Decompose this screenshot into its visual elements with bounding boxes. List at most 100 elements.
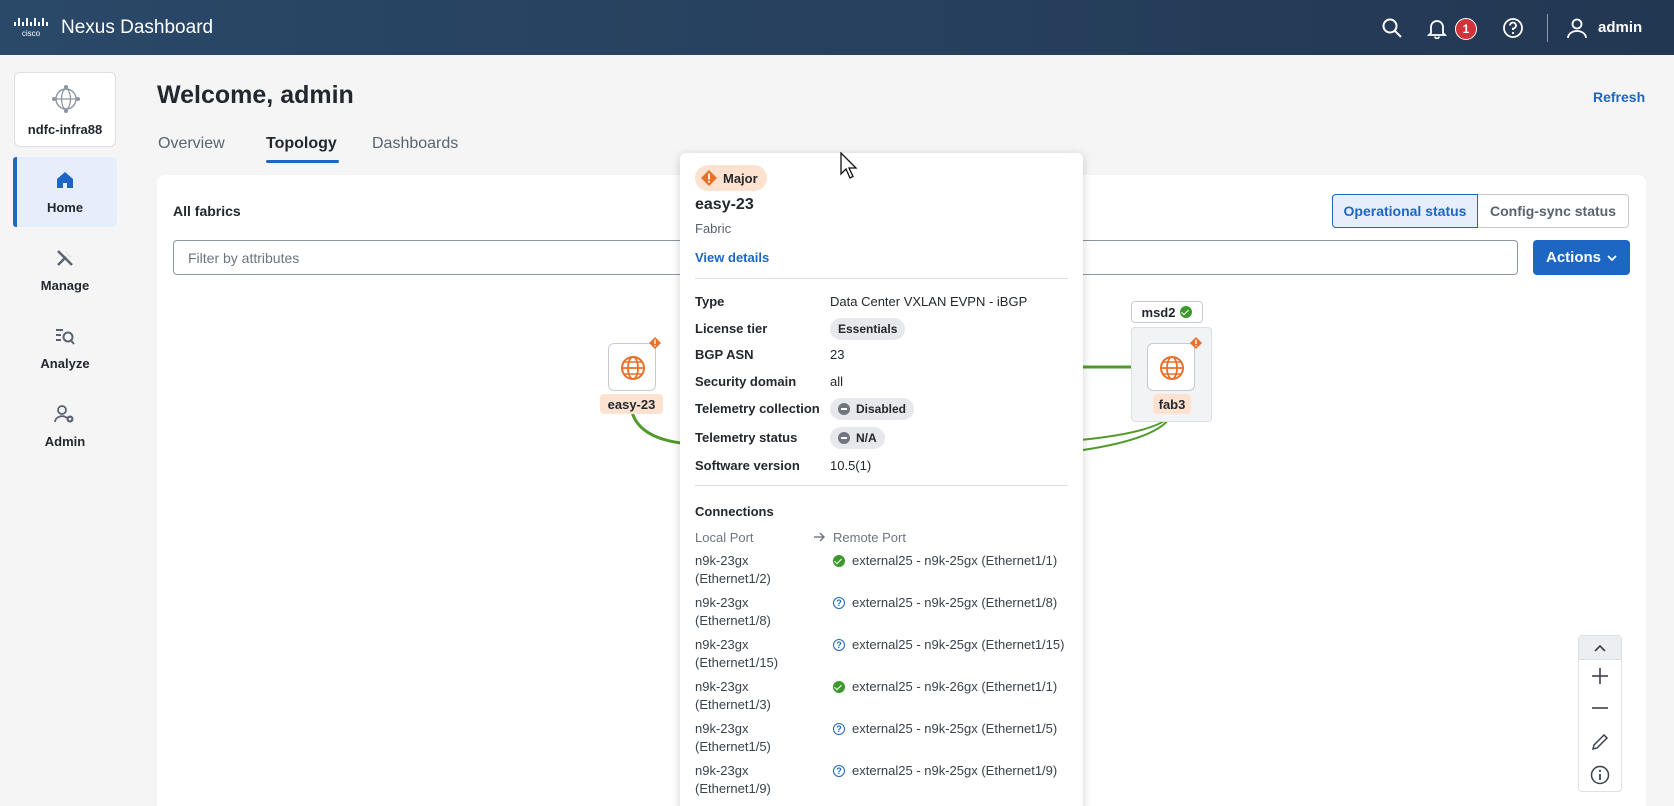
operational-status-toggle[interactable]: Operational status xyxy=(1332,194,1478,228)
license-tier-value: Essentials xyxy=(838,322,898,336)
actions-button[interactable]: Actions xyxy=(1533,240,1630,275)
mouse-cursor-icon xyxy=(840,152,858,179)
major-alert-icon xyxy=(701,170,717,186)
topbar-divider xyxy=(1547,14,1548,42)
user-icon[interactable] xyxy=(1566,17,1588,39)
zoom-controls xyxy=(1578,635,1622,792)
active-tab-indicator xyxy=(266,160,339,163)
major-alert-icon xyxy=(649,337,661,349)
globe-icon xyxy=(1160,356,1184,380)
sidebar-item-label: Admin xyxy=(44,434,86,449)
site-globe-icon xyxy=(52,85,80,113)
connection-local-port: n9k-23gx (Ethernet1/5) xyxy=(695,721,771,754)
prop-value-security: all xyxy=(830,374,844,389)
edit-icon[interactable] xyxy=(1589,731,1611,753)
prop-key-security: Security domain xyxy=(695,374,797,389)
local-port-header: Local Port xyxy=(695,530,754,545)
collapse-controls-button[interactable] xyxy=(1579,636,1621,660)
prop-key-bgp: BGP ASN xyxy=(695,347,754,362)
cisco-logo[interactable]: cisco xyxy=(13,14,49,38)
prop-key-telemetry-status: Telemetry status xyxy=(695,430,798,445)
divider xyxy=(695,278,1068,279)
severity-label: Major xyxy=(723,170,758,186)
fabric-details-popover: Major easy-23 Fabric View details Type D… xyxy=(680,153,1083,806)
bell-icon[interactable] xyxy=(1426,17,1448,39)
msd-group-name: msd2 xyxy=(1141,304,1176,320)
popover-subtitle: Fabric xyxy=(695,221,732,236)
connection-remote-port: ? external25 - n9k-25gx (Ethernet1/8) xyxy=(833,594,1057,612)
status-up-icon xyxy=(833,555,845,567)
site-selector[interactable]: ndfc-infra88 xyxy=(14,72,116,147)
remote-port-header: Remote Port xyxy=(833,530,906,545)
connection-remote-port: external25 - n9k-25gx (Ethernet1/1) xyxy=(833,552,1057,570)
notification-badge[interactable]: 1 xyxy=(1455,18,1477,40)
telemetry-collection-chip: Disabled xyxy=(830,398,915,420)
status-up-icon xyxy=(833,681,845,693)
popover-title: easy-23 xyxy=(695,196,754,213)
connection-local-port: n9k-23gx (Ethernet1/9) xyxy=(695,763,771,796)
license-tier-chip: Essentials xyxy=(830,318,906,340)
refresh-link[interactable]: Refresh xyxy=(1593,89,1645,105)
site-name: ndfc-infra88 xyxy=(27,122,103,137)
sidebar-item-manage[interactable]: Manage xyxy=(13,235,117,305)
connection-remote-port: ? external25 - n9k-25gx (Ethernet1/9) xyxy=(833,762,1057,780)
view-details-link[interactable]: View details xyxy=(695,250,769,265)
sidebar-item-label: Analyze xyxy=(40,356,90,371)
connection-remote-port: ? external25 - n9k-25gx (Ethernet1/15) xyxy=(833,636,1064,654)
connection-remote-port: ? external25 - n9k-25gx (Ethernet1/5) xyxy=(833,720,1057,738)
chevron-up-icon xyxy=(1594,644,1606,652)
connection-remote-text: external25 - n9k-25gx (Ethernet1/1) xyxy=(852,553,1058,568)
admin-icon xyxy=(54,405,74,423)
connection-remote-port: external25 - n9k-26gx (Ethernet1/1) xyxy=(833,678,1057,696)
connection-local-port: n9k-23gx (Ethernet1/15) xyxy=(695,637,779,670)
sidebar-item-home[interactable]: Home xyxy=(13,157,117,227)
connection-remote-text: external25 - n9k-26gx (Ethernet1/1) xyxy=(852,679,1058,694)
prop-key-software: Software version xyxy=(695,458,800,473)
status-unknown-icon: ? xyxy=(833,597,845,609)
connection-remote-text: external25 - n9k-25gx (Ethernet1/8) xyxy=(852,595,1058,610)
healthy-status-icon xyxy=(1180,306,1193,318)
prop-key-telemetry-collection: Telemetry collection xyxy=(695,401,820,416)
search-icon[interactable] xyxy=(1381,17,1403,39)
analyze-icon xyxy=(56,329,75,345)
fabric-node-easy-23[interactable] xyxy=(608,343,656,391)
fabric-node-fab3[interactable] xyxy=(1147,343,1195,391)
sidebar-item-admin[interactable]: Admin xyxy=(13,391,117,461)
node-label-fab3[interactable]: fab3 xyxy=(1153,394,1191,414)
actions-label: Actions xyxy=(1545,249,1601,266)
node-label-easy-23[interactable]: easy-23 xyxy=(600,394,663,414)
sidebar-item-analyze[interactable]: Analyze xyxy=(13,313,117,383)
msd-group-label[interactable]: msd2 xyxy=(1131,301,1203,323)
arrow-right-icon xyxy=(814,532,825,542)
help-icon[interactable] xyxy=(1502,17,1524,39)
tools-icon xyxy=(57,250,73,266)
status-unknown-icon: ? xyxy=(833,639,845,651)
page-title: Welcome, admin xyxy=(157,81,354,109)
major-alert-icon xyxy=(1190,337,1202,349)
connection-remote-text: external25 - n9k-25gx (Ethernet1/15) xyxy=(852,637,1065,652)
tab-dashboards[interactable]: Dashboards xyxy=(372,135,458,153)
home-icon xyxy=(57,172,73,188)
info-icon[interactable] xyxy=(1589,764,1611,786)
status-unknown-icon: ? xyxy=(833,723,845,735)
zoom-out-icon[interactable] xyxy=(1589,697,1611,719)
tab-overview[interactable]: Overview xyxy=(158,135,225,153)
app-title: Nexus Dashboard xyxy=(61,17,214,38)
top-bar: cisco Nexus Dashboard 1 admin xyxy=(0,0,1674,55)
disabled-icon xyxy=(838,432,850,444)
connection-local-port: n9k-23gx (Ethernet1/8) xyxy=(695,595,771,628)
prop-value-bgp: 23 xyxy=(830,347,845,362)
connection-local-port: n9k-23gx (Ethernet1/2) xyxy=(695,553,771,586)
user-menu[interactable]: admin xyxy=(1598,19,1642,36)
config-sync-status-toggle[interactable]: Config-sync status xyxy=(1478,194,1629,228)
divider xyxy=(695,485,1068,486)
disabled-icon xyxy=(838,403,850,415)
prop-value-software: 10.5(1) xyxy=(830,458,872,473)
tab-topology[interactable]: Topology xyxy=(266,135,337,153)
brand-text: cisco xyxy=(22,29,41,38)
status-unknown-icon: ? xyxy=(833,765,845,777)
zoom-in-icon[interactable] xyxy=(1589,665,1611,687)
telemetry-collection-value: Disabled xyxy=(856,402,907,416)
connections-title: Connections xyxy=(695,504,774,519)
connection-remote-text: external25 - n9k-25gx (Ethernet1/9) xyxy=(852,763,1058,778)
